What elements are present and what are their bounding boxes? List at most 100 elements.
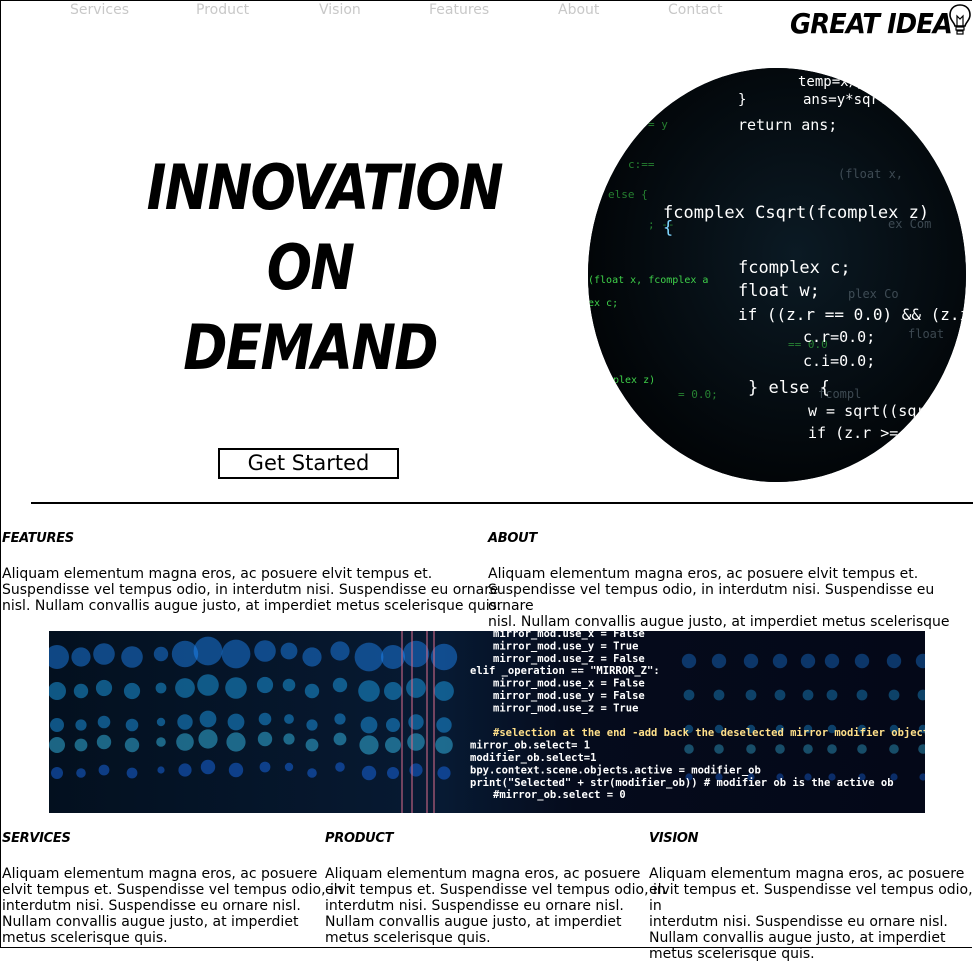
bokeh-light [125,718,139,732]
bokeh-light [284,714,294,724]
nav-link-vision[interactable]: Vision [319,2,361,18]
text-line: Aliquam elementum magna eros, ac posuere [2,866,318,882]
product-text: Aliquam elementum magna eros, ac posuere… [325,866,666,946]
bokeh-light [714,744,724,754]
bokeh-light [408,714,424,730]
nav-link-about[interactable]: About [558,2,599,18]
bokeh-light [124,737,140,753]
bokeh-light [713,689,725,701]
bokeh-light [227,713,245,731]
bokeh-light [98,764,110,776]
bokeh-light [775,744,785,754]
bokeh-light [155,682,167,694]
bokeh-light [75,719,87,731]
bokeh-light [228,762,244,778]
bokeh-light [198,729,218,749]
code-line: c.i=0.0; [803,352,875,370]
code-line: mirror_mod.use_x = False [493,631,645,640]
features-text: Aliquam elementum magna eros, ac posuere… [2,566,501,614]
bokeh-light [358,680,380,702]
bokeh-light [284,762,294,772]
bokeh-light [177,714,193,730]
code-line: mirror_mod.use_y = True [493,640,638,652]
bokeh-light [307,768,317,778]
bokeh-light [435,736,453,754]
bokeh-light [226,732,246,752]
svg-text:plex Co: plex Co [848,287,899,301]
bokeh-light [354,642,384,672]
code-line: modifier_ob.select=1 [470,752,596,764]
bokeh-light [406,678,426,698]
bokeh-light [256,676,274,694]
text-line: metus scelerisque quis. [2,930,168,946]
bokeh-light [258,712,272,726]
bokeh-light [434,681,454,701]
get-started-button[interactable]: Get Started [218,448,399,479]
lightbulb-icon [949,4,971,35]
code-line: bpy.context.scene.objects.active = modif… [470,764,761,776]
text-line: nisl. Nullam convallis augue justo, at i… [2,598,502,614]
bokeh-light [745,689,757,701]
bokeh-light [280,642,298,660]
bokeh-light [359,735,379,755]
hero-code-image-art: (float x, ex Com plex Co fcompl float = … [588,68,966,482]
nav-link-features[interactable]: Features [429,2,489,18]
bokeh-light [436,717,452,733]
bokeh-light [282,678,296,692]
bokeh-light [123,682,141,700]
nav-link-services[interactable]: Services [70,2,129,18]
bokeh-light [95,679,113,697]
code-line: mirror_mod.use_y = False [493,690,645,702]
hero-code-image: (float x, ex Com plex Co fcompl float = … [588,68,966,482]
bokeh-light [306,719,318,731]
bokeh-light [73,683,89,699]
bokeh-light [156,717,166,727]
bokeh-light [330,641,350,661]
text-line: Aliquam elementum magna eros, ac posuere [649,866,965,882]
text-line: interdutm nisi. Suspendisse eu ornare ni… [2,898,301,914]
bokeh-light [684,744,694,754]
bokeh-light [157,766,165,774]
hero-title-line: INNOVATION [146,151,504,224]
text-line: Nullam convallis augue justo, at imperdi… [325,914,622,930]
code-banner-art: mirror_mod.use_x = Falsemirror_mod.use_y… [49,631,925,813]
bokeh-light [384,682,402,700]
bokeh-light [387,767,399,779]
hero-title: INNOVATION ON DEMAND [146,148,504,388]
code-banner-image: mirror_mod.use_x = False mirror_mod.use_y… [49,631,925,813]
bokeh-light [199,710,217,728]
bokeh-light [361,765,377,781]
bokeh-light [97,715,111,729]
code-line: } [738,92,746,108]
bokeh-light [153,646,169,662]
bokeh-light [283,733,295,745]
bokeh-light [334,713,346,725]
svg-text:else {: else { [608,188,648,201]
code-line: float w; [738,281,820,301]
svg-text:= 0.0;: = 0.0; [678,388,718,401]
bokeh-light [49,737,65,753]
nav-link-product[interactable]: Product [196,2,249,18]
services-text: Aliquam elementum magna eros, ac posuere… [2,866,343,946]
text-line: interdutm nisi. Suspendisse eu ornare ni… [325,898,624,914]
text-line: Aliquam elementum magna eros, ac posuere… [2,566,433,582]
nav-link-contact[interactable]: Contact [668,2,722,18]
bokeh-light [800,653,816,669]
bokeh-light [175,678,195,698]
bokeh-light [332,677,348,693]
bokeh-light [386,718,400,732]
code-line: print("Selected" + str(modifier_ob)) # m… [470,777,894,789]
bokeh-light [437,766,451,780]
text-line: Nullam convallis augue justo, at imperdi… [649,930,946,946]
bokeh-light [121,646,143,668]
text-line: Aliquam elementum magna eros, ac posuere [325,866,641,882]
hero-title-line: ON [266,231,355,304]
text-line: elvit tempus et. Suspendisse vel tempus … [649,882,973,914]
bokeh-light [74,738,88,752]
code-line: { [663,218,673,238]
bokeh-light [826,689,838,701]
bokeh-light [302,647,322,667]
brand-logo[interactable]: GREAT IDEA [790,4,953,42]
bokeh-light [304,683,320,699]
bokeh-light [156,737,166,747]
